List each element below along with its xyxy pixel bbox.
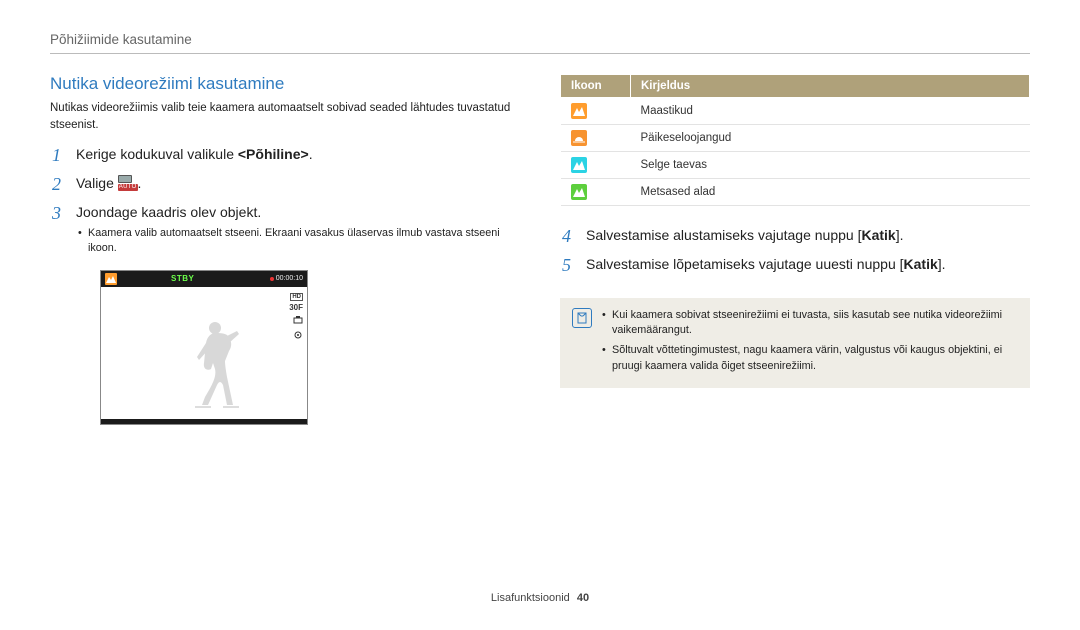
forest-icon: [571, 184, 587, 200]
note-icon: [572, 308, 592, 328]
th-desc: Kirjeldus: [631, 75, 1030, 98]
auto-mode-icon: AUTO: [118, 175, 138, 191]
step-3-sublist: Kaamera valib automaatselt stseeni. Ekra…: [76, 226, 520, 256]
step-1: Kerige kodukuval valikule <Põhiline>.: [50, 145, 520, 164]
rec-time: 00:00:10: [270, 274, 303, 283]
step-3: Joondage kaadris olev objekt. Kaamera va…: [50, 203, 520, 425]
step-1-bold: <Põhiline>: [238, 146, 309, 162]
step-5-post: ].: [938, 256, 946, 272]
focus-icon: [293, 330, 303, 342]
preview-bottombar: [101, 419, 307, 424]
step-4-bold: Katik: [861, 227, 895, 243]
sunset-icon: [571, 130, 587, 146]
steps-list-left: Kerige kodukuval valikule <Põhiline>. Va…: [50, 145, 520, 425]
cell-icon-forest: [561, 179, 631, 206]
table-row: Päikeseloojangud: [561, 125, 1030, 152]
quality-icon: [293, 315, 303, 327]
table-row: Selge taevas: [561, 152, 1030, 179]
landscape-icon: [571, 103, 587, 119]
landscape-scene-icon: [105, 273, 117, 285]
cell-icon-sunset: [561, 125, 631, 152]
skater-figure: [191, 319, 251, 416]
note-item-1: Kui kaamera sobivat stseenirežiimi ei tu…: [602, 308, 1018, 339]
rec-dot-icon: [270, 277, 274, 281]
camera-preview: STBY 00:00:10 HD 30F: [100, 270, 308, 425]
table-row: Metsased alad: [561, 179, 1030, 206]
step-2-post: .: [138, 175, 142, 191]
step-4-pre: Salvestamise alustamiseks vajutage nuppu…: [586, 227, 861, 243]
cell-desc-sky: Selge taevas: [631, 152, 1030, 179]
cell-desc-landscape: Maastikud: [631, 98, 1030, 125]
fps-badge: 30F: [289, 304, 303, 312]
footer: Lisafunktsioonid 40: [0, 592, 1080, 604]
cell-desc-forest: Metsased alad: [631, 179, 1030, 206]
footer-label: Lisafunktsioonid: [491, 592, 570, 604]
cell-icon-landscape: [561, 98, 631, 125]
intro-text: Nutikas videorežiimis valib teie kaamera…: [50, 100, 520, 133]
content-columns: Nutika videorežiimi kasutamine Nutikas v…: [50, 74, 1030, 435]
step-1-post: .: [309, 146, 313, 162]
stby-indicator: STBY: [171, 274, 194, 285]
th-icon: Ikoon: [561, 75, 631, 98]
step-4-post: ].: [896, 227, 904, 243]
step-1-pre: Kerige kodukuval valikule: [76, 146, 238, 162]
step-2: Valige AUTO.: [50, 174, 520, 193]
page-title: Nutika videorežiimi kasutamine: [50, 74, 520, 94]
steps-list-right: Salvestamise alustamiseks vajutage nuppu…: [560, 226, 1030, 274]
sky-icon: [571, 157, 587, 173]
cell-desc-sunset: Päikeseloojangud: [631, 125, 1030, 152]
preview-topbar: STBY 00:00:10: [101, 271, 307, 287]
table-row: Maastikud: [561, 98, 1030, 125]
step-5-pre: Salvestamise lõpetamiseks vajutage uuest…: [586, 256, 904, 272]
scene-icon-table: Ikoon Kirjeldus Maastikud: [560, 74, 1030, 206]
step-5-bold: Katik: [904, 256, 938, 272]
header-divider: [50, 53, 1030, 54]
hd-badge: HD: [290, 293, 303, 301]
step-3-sub: Kaamera valib automaatselt stseeni. Ekra…: [76, 226, 520, 256]
left-column: Nutika videorežiimi kasutamine Nutikas v…: [50, 74, 520, 435]
note-list: Kui kaamera sobivat stseenirežiimi ei tu…: [602, 308, 1018, 379]
step-4: Salvestamise alustamiseks vajutage nuppu…: [560, 226, 1030, 245]
note-item-2: Sõltuvalt võttetingimustest, nagu kaamer…: [602, 343, 1018, 374]
preview-side-icons: HD 30F: [289, 293, 303, 342]
breadcrumb: Põhižiimide kasutamine: [50, 0, 1030, 53]
right-column: Ikoon Kirjeldus Maastikud: [560, 74, 1030, 435]
step-3-text: Joondage kaadris olev objekt.: [76, 204, 261, 220]
page-number: 40: [577, 592, 589, 604]
note-box: Kui kaamera sobivat stseenirežiimi ei tu…: [560, 298, 1030, 389]
cell-icon-sky: [561, 152, 631, 179]
step-5: Salvestamise lõpetamiseks vajutage uuest…: [560, 255, 1030, 274]
rec-time-value: 00:00:10: [276, 274, 303, 283]
step-2-pre: Valige: [76, 175, 118, 191]
